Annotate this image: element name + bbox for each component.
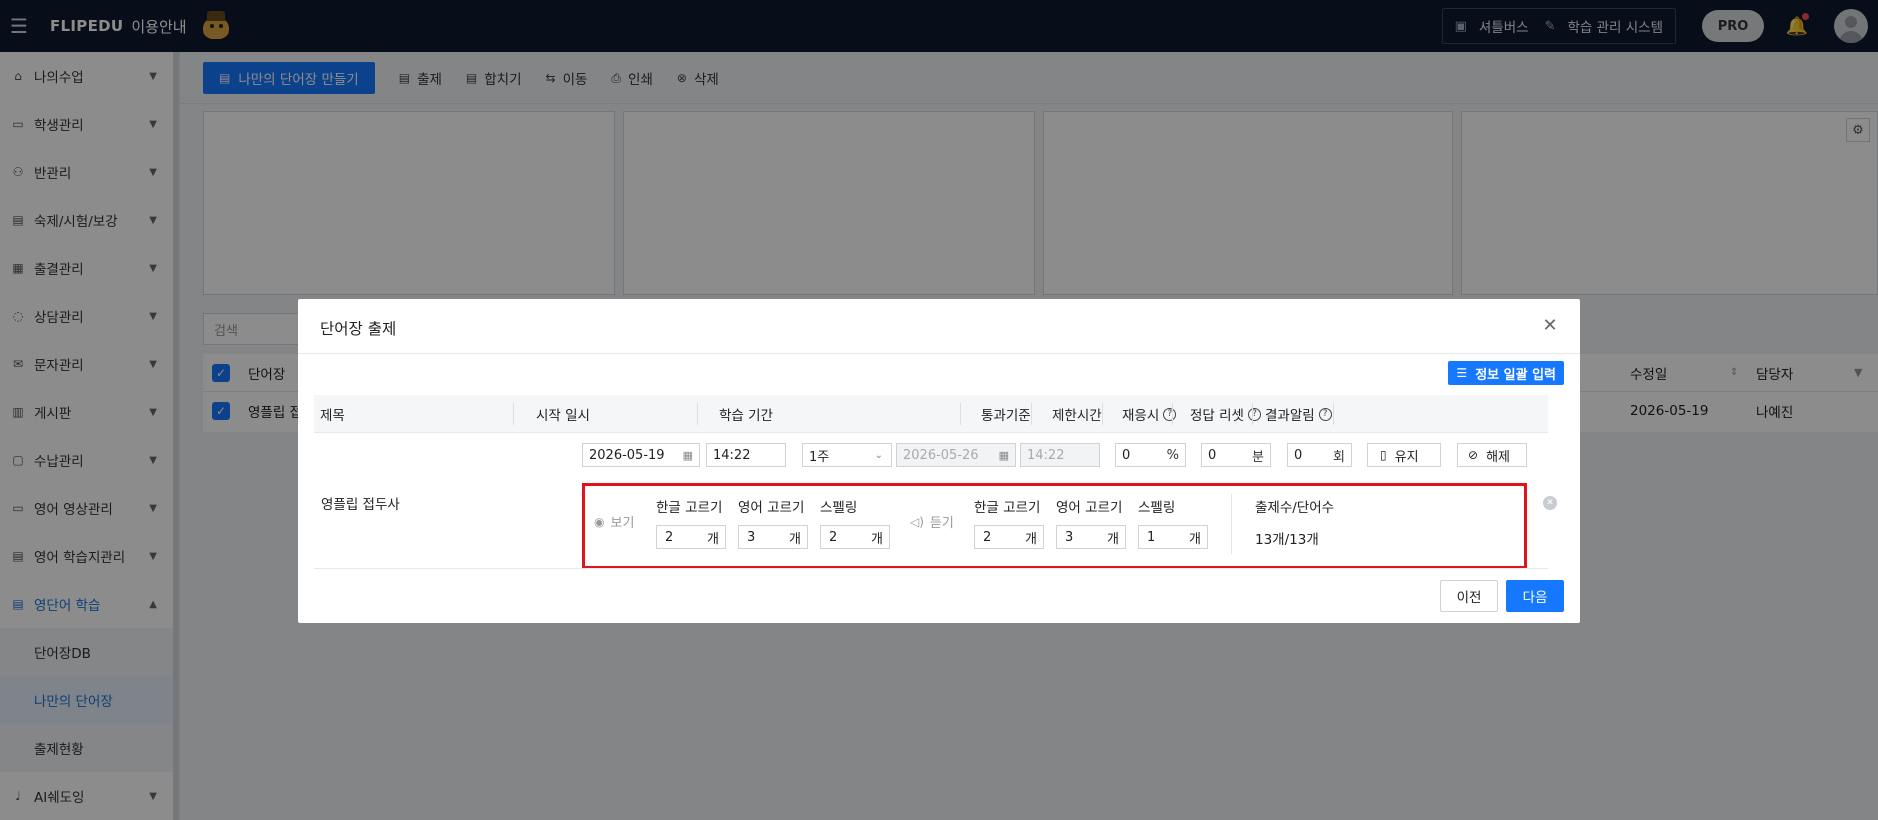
bell-off-icon: ⊘ — [1468, 448, 1479, 462]
result-notify-label: 해제 — [1486, 449, 1510, 465]
see-label: 보기 — [610, 516, 635, 531]
see-korean-label: 한글 고르기 — [656, 500, 723, 516]
close-icon[interactable]: ✕ — [1538, 313, 1562, 337]
speaker-icon: ◁) — [910, 514, 924, 529]
list-icon: ☰ — [1456, 366, 1468, 380]
count-label: 출제수/단어수 — [1255, 500, 1335, 516]
input-value: 3 — [747, 529, 756, 545]
remove-row-icon[interactable]: ✕ — [1543, 496, 1557, 510]
next-button[interactable]: 다음 — [1506, 580, 1564, 612]
bulk-input-label: 정보 일괄 입력 — [1475, 367, 1556, 383]
pass-value: 0 — [1122, 447, 1131, 463]
end-date-input: 2026-05-26 ▦ — [896, 443, 1016, 467]
help-icon[interactable]: ? — [1163, 407, 1177, 421]
modal-divider — [298, 353, 1580, 354]
limit-unit: 분 — [1252, 449, 1264, 465]
wordbook-row-title: 영플립 접두사 — [321, 497, 400, 513]
input-value: 1 — [1147, 529, 1156, 545]
input-value: 3 — [1065, 529, 1074, 545]
end-date-value: 2026-05-26 — [903, 447, 979, 463]
start-date-input[interactable]: 2026-05-19 ▦ — [582, 443, 700, 467]
header-pass: 통과기준 — [981, 408, 1031, 424]
header-retry-label: 재응시 — [1122, 408, 1160, 424]
calendar-icon: ▦ — [998, 448, 1009, 462]
answer-reset-label: 유지 — [1394, 449, 1419, 465]
start-time-value: 14:22 — [713, 447, 751, 463]
hear-label: 듣기 — [929, 516, 954, 531]
column-divider — [1252, 403, 1253, 425]
period-value: 1주 — [809, 449, 830, 465]
pass-unit: % — [1166, 447, 1179, 463]
see-korean-input[interactable]: 2개 — [656, 525, 726, 549]
column-divider — [1031, 403, 1032, 425]
hear-english-input[interactable]: 3개 — [1056, 525, 1126, 549]
column-divider — [960, 403, 961, 425]
phone-icon: ▯ — [1380, 448, 1387, 462]
input-value: 2 — [829, 529, 838, 545]
header-reset-label: 정답 리셋 — [1190, 408, 1244, 424]
column-divider — [1102, 403, 1103, 425]
eye-icon: ◉ — [594, 514, 605, 529]
retry-unit: 회 — [1333, 449, 1345, 465]
input-unit: 개 — [1025, 531, 1037, 547]
start-time-input[interactable]: 14:22 — [706, 443, 786, 467]
prev-button[interactable]: 이전 — [1440, 580, 1498, 612]
help-icon[interactable]: ? — [1318, 407, 1332, 421]
hear-spelling-label: 스펠링 — [1138, 500, 1176, 516]
header-title: 제목 — [320, 408, 345, 424]
header-limit: 제한시간 — [1052, 408, 1102, 424]
header-retry: 재응시? — [1122, 395, 1177, 433]
period-select[interactable]: 1주 ⌄ — [802, 443, 892, 467]
panel-divider — [1231, 494, 1232, 554]
input-unit: 개 — [707, 531, 719, 547]
header-period: 학습 기간 — [719, 408, 773, 424]
count-value: 13개/13개 — [1255, 532, 1319, 548]
hear-section-label: ◁) 듣기 — [910, 512, 954, 532]
question-count-panel: ◉ 보기 한글 고르기 영어 고르기 스펠링 2개 3개 2개 ◁) 듣기 한글 고… — [582, 483, 1527, 569]
input-unit: 개 — [789, 531, 801, 547]
result-notify-button[interactable]: ⊘ 해제 — [1457, 443, 1527, 467]
hear-english-label: 영어 고르기 — [1056, 500, 1123, 516]
limit-input[interactable]: 0분 — [1201, 443, 1271, 467]
end-time-value: 14:22 — [1027, 447, 1065, 463]
column-divider — [697, 403, 698, 425]
retry-value: 0 — [1294, 447, 1303, 463]
input-value: 2 — [665, 529, 674, 545]
see-section-label: ◉ 보기 — [594, 512, 635, 532]
limit-value: 0 — [1208, 447, 1217, 463]
end-time-input: 14:22 — [1020, 443, 1100, 467]
modal-title: 단어장 출제 — [320, 320, 397, 338]
retry-input[interactable]: 0회 — [1287, 443, 1352, 467]
input-unit: 개 — [871, 531, 883, 547]
answer-reset-button[interactable]: ▯ 유지 — [1367, 443, 1441, 467]
hear-korean-input[interactable]: 2개 — [974, 525, 1044, 549]
row-divider — [314, 568, 1548, 569]
see-spelling-label: 스펠링 — [820, 500, 858, 516]
input-value: 2 — [983, 529, 992, 545]
pass-input[interactable]: 0% — [1115, 443, 1186, 467]
hear-korean-label: 한글 고르기 — [974, 500, 1041, 516]
see-english-input[interactable]: 3개 — [738, 525, 808, 549]
column-divider — [513, 403, 514, 425]
chevron-down-icon: ⌄ — [874, 449, 883, 461]
calendar-icon: ▦ — [682, 448, 693, 462]
start-date-value: 2026-05-19 — [589, 447, 665, 463]
see-spelling-input[interactable]: 2개 — [820, 525, 890, 549]
hear-spelling-input[interactable]: 1개 — [1138, 525, 1208, 549]
header-reset: 정답 리셋? — [1190, 395, 1261, 433]
bulk-input-button[interactable]: ☰ 정보 일괄 입력 — [1448, 361, 1564, 385]
see-english-label: 영어 고르기 — [738, 500, 805, 516]
modal-table-header: 제목 시작 일시 학습 기간 통과기준 제한시간 재응시? 정답 리셋? 결과알… — [314, 395, 1548, 433]
help-icon[interactable]: ? — [1247, 407, 1261, 421]
column-divider — [1172, 403, 1173, 425]
input-unit: 개 — [1189, 531, 1201, 547]
input-unit: 개 — [1107, 531, 1119, 547]
header-notify-label: 결과알림 — [1265, 408, 1315, 424]
header-notify: 결과알림? — [1265, 395, 1332, 433]
column-divider — [1333, 403, 1334, 425]
header-start: 시작 일시 — [536, 408, 590, 424]
